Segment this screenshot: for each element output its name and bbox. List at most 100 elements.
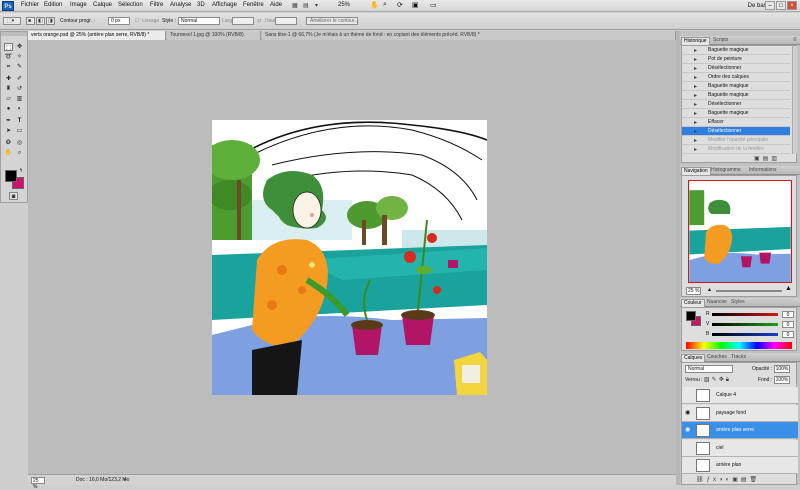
3d-orbit-tool-icon[interactable]: ◎ (15, 139, 24, 147)
quick-mask-icon[interactable]: ◙ (9, 192, 18, 200)
tab-calques[interactable]: Calques (681, 354, 706, 362)
close-button[interactable]: × (787, 1, 797, 10)
channel-v-slider[interactable] (712, 323, 778, 326)
magic-wand-tool-icon[interactable]: ✧ (15, 53, 24, 61)
layer-row[interactable]: arrière plan (682, 457, 798, 474)
history-item[interactable]: ▸ Pot de peinture (682, 55, 790, 64)
healing-brush-tool-icon[interactable]: ✚ (4, 75, 13, 83)
history-scrollbar[interactable] (792, 46, 797, 154)
blur-tool-icon[interactable]: ● (4, 105, 13, 113)
lasso-tool-icon[interactable]: ➰ (4, 53, 13, 61)
layer-name[interactable]: arrière plan serre (716, 422, 754, 439)
width-input[interactable] (232, 17, 254, 25)
document-canvas[interactable] (212, 120, 487, 395)
channel-r-value[interactable]: 0 (782, 311, 794, 318)
color-panel-foreground[interactable] (686, 311, 696, 321)
path-selection-tool-icon[interactable]: ➤ (4, 127, 13, 135)
history-footer-icons[interactable]: ▣▤▥ (754, 155, 780, 163)
tab-navigation[interactable]: Navigation (681, 167, 711, 175)
brush-tool-icon[interactable]: ✐ (15, 75, 24, 83)
layer-name[interactable]: Calque 4 (716, 387, 736, 404)
menu-image[interactable]: Image (70, 2, 87, 8)
menu-fenetre[interactable]: Fenêtre (243, 2, 264, 8)
3d-rotate-tool-icon[interactable]: ❂ (4, 139, 13, 147)
refine-edge-button[interactable]: Améliorer le contour... (306, 17, 359, 25)
history-item[interactable]: ▸ Baguette magique (682, 109, 790, 118)
history-item[interactable]: ▸ Désélectionner (682, 127, 790, 136)
extras-icon[interactable]: ▾ (315, 2, 318, 9)
tool-preset-picker[interactable]: ⬚▾ (3, 17, 21, 25)
history-item[interactable]: ▸ Baguette magique (682, 82, 790, 91)
height-input[interactable] (275, 17, 297, 25)
history-item[interactable]: ▸ Effacer (682, 118, 790, 127)
arrange-documents-icon[interactable]: ▣ (412, 1, 419, 9)
foreground-color-swatch[interactable] (5, 170, 17, 182)
color-spectrum-bar[interactable] (686, 342, 792, 349)
tab-traces[interactable]: Tracés (729, 354, 748, 361)
lock-icons[interactable]: ▧✎✥🔒︎ (704, 376, 731, 384)
history-panel-menu-icon[interactable]: ≡ (791, 37, 799, 44)
photoshop-logo[interactable]: Ps (2, 1, 14, 11)
channel-r-slider[interactable] (712, 313, 778, 316)
navigator-zoom-slider[interactable] (716, 290, 782, 292)
opacity-input[interactable]: 100% (774, 365, 790, 373)
history-item[interactable]: ▸ Ordre des calques (682, 73, 790, 82)
layer-row[interactable]: ◉ arrière plan serre (682, 422, 798, 439)
eyedropper-tool-icon[interactable]: ✎ (15, 63, 24, 71)
marquee-tool-icon[interactable]: ⬚ (4, 43, 13, 51)
layer-row[interactable]: ciel (682, 439, 798, 457)
status-menu-arrow-icon[interactable]: ▸ (124, 476, 127, 483)
zoom-tool-icon[interactable]: ⌕ (383, 1, 387, 9)
tab-couches[interactable]: Couches (705, 354, 729, 361)
pen-tool-icon[interactable]: ✒ (4, 117, 13, 125)
menu-affichage[interactable]: Affichage (212, 2, 237, 8)
status-zoom-field[interactable]: 25 % (31, 477, 45, 490)
layer-row[interactable]: ◉ paysage fond (682, 404, 798, 422)
tab-verts-orange[interactable]: verts orange.psd @ 25% (arrière plan ser… (28, 31, 166, 40)
swap-colors-icon[interactable]: ↰ (19, 168, 23, 174)
history-brush-tool-icon[interactable]: ↺ (15, 85, 24, 93)
menu-aide[interactable]: Aide (270, 2, 282, 8)
gradient-tool-icon[interactable]: ▥ (15, 95, 24, 103)
channel-b-slider[interactable] (712, 333, 778, 336)
history-item[interactable]: ▸ Désélectionner (682, 64, 790, 73)
type-tool-icon[interactable]: T (15, 117, 24, 125)
menu-3d[interactable]: 3D (197, 2, 205, 8)
history-item[interactable]: ▸ Désélectionner (682, 100, 790, 109)
subtract-selection-icon[interactable]: ◨ (46, 17, 55, 25)
tab-styles[interactable]: Styles (729, 299, 747, 306)
hand-tool-icon[interactable]: ✋ (370, 1, 379, 9)
layer-row[interactable]: Calque 4 (682, 387, 798, 404)
fill-input[interactable]: 100% (774, 376, 790, 384)
channel-v-value[interactable]: 0 (782, 321, 794, 328)
hand-tool-panel-icon[interactable]: ✋ (4, 149, 13, 157)
anti-alias-checkbox[interactable]: ☐ (135, 18, 139, 24)
menu-edition[interactable]: Edition (44, 2, 62, 8)
layers-footer-icons[interactable]: ⛓ƒx◑◐▣▤🗑︎ (696, 476, 760, 484)
navigator-zoom-in-icon[interactable]: ▲ (785, 285, 792, 292)
tab-histogramme[interactable]: Histogramme (709, 167, 743, 174)
navigator-zoom-out-icon[interactable]: ▴ (708, 286, 711, 293)
zoom-level[interactable]: 25% (338, 2, 350, 8)
tab-sans-titre[interactable]: Sans titre-1 @ 66,7% (Je m'étais à un th… (262, 31, 676, 40)
tab-informations[interactable]: Informations (747, 167, 779, 174)
dodge-tool-icon[interactable]: ◐ (15, 105, 24, 113)
feather-input[interactable]: 0 px (108, 17, 130, 25)
zoom-tool-panel-icon[interactable]: ⌕ (15, 149, 24, 157)
menu-analyse[interactable]: Analyse (170, 2, 191, 8)
history-item[interactable]: ▸ Baguette magique (682, 46, 790, 55)
menu-filtre[interactable]: Filtre (150, 2, 163, 8)
history-item[interactable]: ▸ Baguette magique (682, 91, 790, 100)
menu-selection[interactable]: Sélection (118, 2, 143, 8)
history-item[interactable]: ▸ Modifier l'opacité principale (682, 136, 790, 145)
panel-collapse-strip[interactable] (676, 31, 680, 485)
bridge-icon[interactable]: ▦ (292, 2, 298, 9)
tab-scripts[interactable]: Scripts (711, 37, 730, 44)
shape-tool-icon[interactable]: ▭ (15, 127, 24, 135)
layer-visibility-eye-icon[interactable]: ◉ (685, 427, 690, 434)
tab-historique[interactable]: Historique (681, 37, 710, 45)
navigator-zoom-field[interactable]: 25 % (686, 287, 702, 295)
swap-icon[interactable]: ⇄ (257, 18, 261, 24)
mini-bridge-icon[interactable]: ▤ (303, 2, 309, 9)
move-tool-icon[interactable]: ✥ (15, 43, 24, 51)
